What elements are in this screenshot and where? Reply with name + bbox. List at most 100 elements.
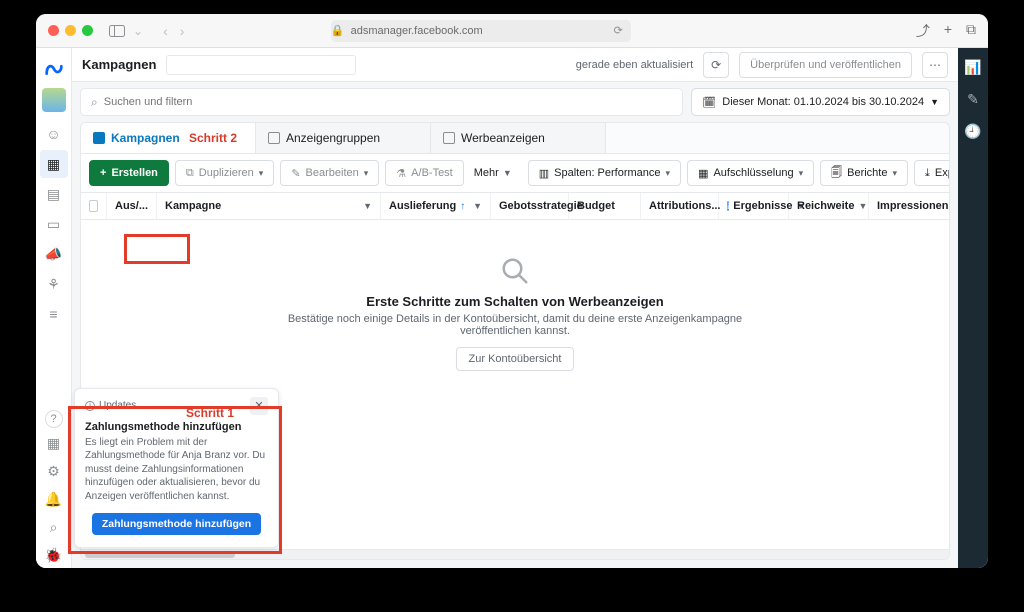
adset-icon	[268, 132, 280, 144]
columns-icon: ▥	[539, 167, 549, 180]
window-controls	[48, 25, 93, 36]
chevron-down-icon: ▼	[363, 201, 372, 211]
new-tab-icon[interactable]: +	[944, 21, 952, 41]
edit-button[interactable]: ✎Bearbeiten▾	[280, 160, 379, 186]
export-button[interactable]: ⤓Exportieren▾	[914, 160, 950, 186]
help-icon[interactable]: ?	[45, 410, 63, 428]
browser-window: ⌄ ‹ › 🔒 adsmanager.facebook.com ⟳ ⤴ + ⧉ …	[36, 14, 988, 568]
sidebar-toggle-icon[interactable]	[109, 25, 125, 37]
nav-megaphone-icon[interactable]: 📣	[40, 240, 68, 268]
share-icon[interactable]: ⤴	[916, 21, 930, 41]
nav-layers-icon[interactable]: ▤	[40, 180, 68, 208]
tabs-overview-icon[interactable]: ⧉	[966, 21, 976, 41]
th-campaign[interactable]: Kampagne▼	[157, 193, 381, 219]
scroll-thumb[interactable]	[85, 552, 235, 558]
add-payment-button[interactable]: Zahlungsmethode hinzufügen	[92, 513, 261, 535]
edit-icon[interactable]: ✎	[964, 90, 982, 108]
folder-icon	[93, 132, 105, 144]
th-onoff[interactable]: Aus/...	[107, 193, 157, 219]
chevron-down-icon: ▼	[858, 201, 867, 211]
history-icon[interactable]: 🕘	[964, 122, 982, 140]
edit-label: Bearbeiten	[306, 167, 359, 179]
copy-icon: ⧉	[186, 167, 194, 180]
tab-label: Anzeigengruppen	[286, 131, 380, 145]
insights-icon[interactable]: 📊	[964, 58, 982, 76]
more-dropdown[interactable]: Mehr ▼	[470, 167, 516, 179]
account-selector[interactable]	[166, 55, 356, 75]
table-header: Aus/... Kampagne▼ Auslieferung↑▼ Gebotss…	[81, 192, 949, 220]
action-toolbar: +Erstellen ⧉Duplizieren▾ ✎Bearbeiten▾ ⚗A…	[81, 154, 949, 192]
updates-popup: i Updates ✕ Zahlungsmethode hinzufügen E…	[74, 388, 279, 549]
bug-icon[interactable]: 🐞	[40, 542, 68, 568]
topbar: Kampagnen gerade eben aktualisiert ⟳ Übe…	[72, 48, 958, 82]
th-budget[interactable]: Budget	[569, 193, 641, 219]
media-icon[interactable]: ▦	[40, 430, 68, 456]
th-reach[interactable]: Reichweite▼	[789, 193, 869, 219]
chevron-down-icon: ▾	[799, 168, 804, 179]
search-input[interactable]	[104, 96, 673, 108]
nav-menu-icon[interactable]: ≡	[40, 300, 68, 328]
reports-button[interactable]: 🗐Berichte▾	[820, 160, 908, 186]
maximize-window-icon[interactable]	[82, 25, 93, 36]
th-results[interactable]: iErgebnisse▼	[719, 193, 789, 219]
search-icon[interactable]: ⌕	[40, 514, 68, 540]
nav-grid-icon[interactable]: ▦	[40, 150, 68, 178]
search-bar[interactable]: ⌕	[80, 88, 683, 116]
review-publish-button[interactable]: Überprüfen und veröffentlichen	[739, 52, 912, 78]
calendar-icon: 🗓	[702, 96, 716, 109]
forward-button[interactable]: ›	[180, 23, 185, 39]
nav-card-icon[interactable]: ▭	[40, 210, 68, 238]
abtest-button[interactable]: ⚗A/B-Test	[385, 160, 463, 186]
th-checkbox[interactable]	[81, 193, 107, 219]
close-popup-button[interactable]: ✕	[250, 397, 268, 415]
nav-smile-icon[interactable]: ☺	[40, 120, 68, 148]
th-delivery[interactable]: Auslieferung↑▼	[381, 193, 491, 219]
breakdown-button[interactable]: ▦Aufschlüsselung▾	[687, 160, 814, 186]
duplicate-button[interactable]: ⧉Duplizieren▾	[175, 160, 274, 186]
tab-campaigns[interactable]: Kampagnen Schritt 2	[81, 123, 256, 153]
flask-icon: ⚗	[396, 167, 406, 180]
right-rail: 📊 ✎ 🕘	[958, 48, 988, 568]
account-overview-button[interactable]: Zur Kontoübersicht	[456, 347, 575, 371]
chevron-down-icon: ▼	[930, 97, 939, 107]
th-attribution[interactable]: Attributions...	[641, 193, 719, 219]
refresh-button[interactable]: ⟳	[703, 52, 729, 78]
updates-label: Updates	[99, 400, 136, 411]
meta-logo-icon[interactable]	[43, 58, 65, 80]
arrow-up-icon: ↑	[460, 201, 465, 212]
tab-adsets[interactable]: Anzeigengruppen	[256, 123, 431, 153]
date-range-button[interactable]: 🗓 Dieser Monat: 01.10.2024 bis 30.10.202…	[691, 88, 950, 116]
th-bidstrategy[interactable]: Gebotsstrategie	[491, 193, 569, 219]
search-icon: ⌕	[91, 95, 98, 110]
url-bar[interactable]: 🔒 adsmanager.facebook.com ⟳	[331, 20, 631, 42]
create-label: Erstellen	[111, 167, 157, 179]
tab-label: Werbeanzeigen	[461, 131, 545, 145]
th-impressions[interactable]: Impressionen	[869, 193, 949, 219]
lock-icon: 🔒	[331, 24, 345, 37]
refresh-icon[interactable]: ⟳	[614, 24, 631, 37]
back-button[interactable]: ‹	[163, 23, 168, 39]
create-button[interactable]: +Erstellen	[89, 160, 169, 186]
breakdown-icon: ▦	[698, 167, 708, 180]
chevron-down-icon[interactable]: ⌄	[133, 24, 143, 38]
reports-label: Berichte	[847, 167, 887, 179]
bell-icon[interactable]: 🔔	[40, 486, 68, 512]
columns-button[interactable]: ▥Spalten: Performance▾	[528, 160, 681, 186]
close-window-icon[interactable]	[48, 25, 59, 36]
minimize-window-icon[interactable]	[65, 25, 76, 36]
horizontal-scrollbar[interactable]	[81, 549, 949, 559]
nav-arrows: ‹ ›	[163, 23, 184, 39]
settings-gear-icon[interactable]: ⚙	[40, 458, 68, 484]
date-range-label: Dieser Monat: 01.10.2024 bis 30.10.2024	[722, 96, 924, 108]
updated-label: gerade eben aktualisiert	[576, 59, 693, 71]
chevron-down-icon: ▾	[666, 168, 671, 179]
tab-ads[interactable]: Werbeanzeigen	[431, 123, 606, 153]
empty-state: Erste Schritte zum Schalten von Werbeanz…	[81, 220, 949, 391]
level-tabs: Kampagnen Schritt 2 Anzeigengruppen Werb…	[81, 123, 949, 154]
overflow-button[interactable]: ⋯	[922, 52, 948, 78]
nav-share-icon[interactable]: ⚘	[40, 270, 68, 298]
ad-icon	[443, 132, 455, 144]
account-avatar[interactable]	[42, 88, 66, 112]
more-label: Mehr	[474, 167, 499, 179]
chevron-down-icon: ▼	[503, 168, 512, 178]
